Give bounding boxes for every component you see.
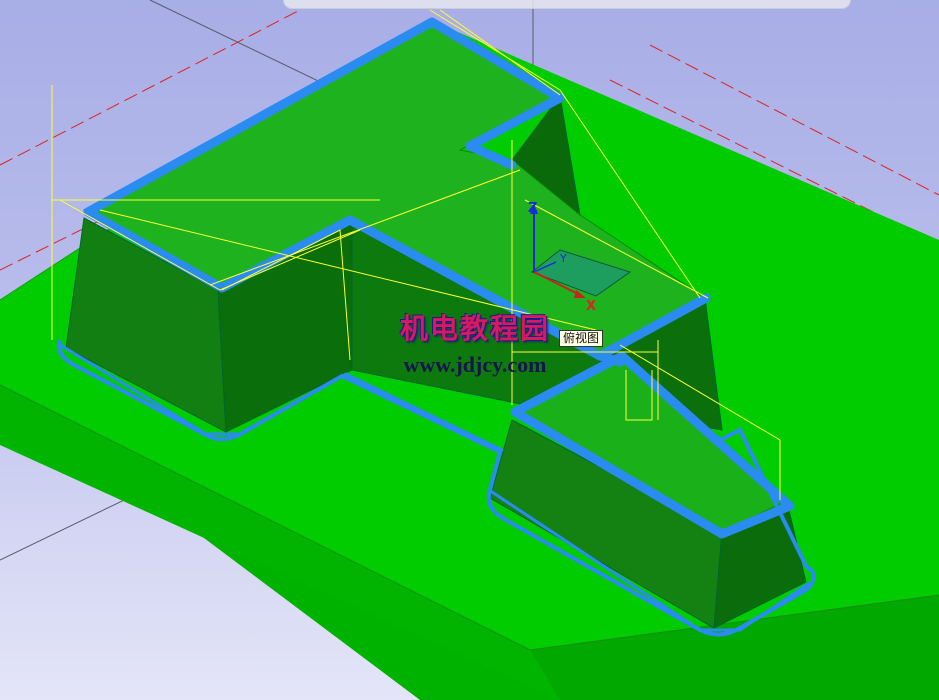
model-scene[interactable]: Z Y X	[0, 0, 939, 700]
toolbar-strip[interactable]	[283, 0, 851, 9]
axis-y-label: Y	[559, 252, 567, 265]
axis-z-label: Z	[528, 201, 537, 216]
view-name-label: 俯视图	[559, 330, 604, 347]
cad-3d-viewport[interactable]: Z Y X 机电教程园 www.jdjcy.com 俯视图	[0, 0, 939, 700]
axis-x-label: X	[586, 299, 596, 314]
